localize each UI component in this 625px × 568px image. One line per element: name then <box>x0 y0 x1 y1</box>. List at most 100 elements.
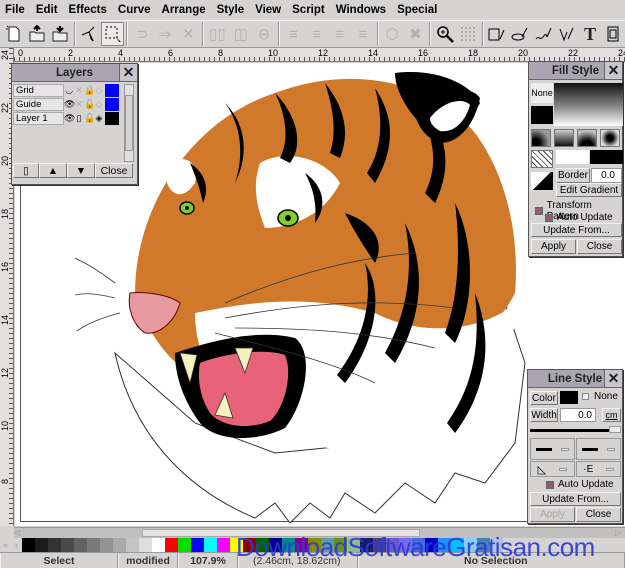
menu-file[interactable]: File <box>0 4 31 16</box>
dash-style-button-2[interactable] <box>576 438 621 460</box>
fill-solid-button[interactable] <box>531 106 553 124</box>
scroll-left-icon[interactable]: ◁ <box>14 528 24 538</box>
bezier-tool-icon[interactable] <box>555 22 578 46</box>
color-swatch[interactable] <box>87 538 100 552</box>
scroll-right-icon[interactable]: ▷ <box>615 528 625 538</box>
line-width-input[interactable]: 0.0 <box>560 408 596 422</box>
layer-name[interactable]: Guide Lines <box>13 98 64 121</box>
print-icon[interactable]: ✕ <box>74 84 84 97</box>
menu-effects[interactable]: Effects <box>64 4 113 16</box>
close-icon[interactable]: ✕ <box>604 62 622 79</box>
align-horizontal-icon[interactable]: ▯▯ <box>206 22 229 46</box>
color-swatch[interactable] <box>126 538 139 552</box>
color-swatch[interactable] <box>139 538 152 552</box>
palette-prev-icon[interactable]: ‹ <box>11 538 22 552</box>
line-unit-button[interactable]: cm <box>602 408 621 422</box>
color-swatch[interactable] <box>22 538 35 552</box>
layers-scrollbar[interactable] <box>124 84 134 162</box>
hidden-eye-icon[interactable]: ◡ <box>64 84 74 97</box>
text-align-left-icon[interactable]: ≡ <box>282 22 305 46</box>
layer-name[interactable]: Layer 1 <box>13 112 64 125</box>
layer-name[interactable]: Grid <box>13 84 64 97</box>
outline-icon[interactable]: ◈ <box>94 112 104 125</box>
palette-first-icon[interactable]: « <box>0 538 11 552</box>
layer-up-button[interactable]: ▲ <box>39 163 67 178</box>
dash-style-button[interactable] <box>530 438 575 460</box>
line-close-button[interactable]: Close <box>576 507 621 522</box>
align-vertical-icon[interactable]: ⊖ <box>252 22 275 46</box>
ungroup-icon[interactable]: ✖ <box>404 22 427 46</box>
color-swatch[interactable] <box>74 538 87 552</box>
menu-edit[interactable]: Edit <box>31 4 64 16</box>
grid-snap-icon[interactable] <box>456 22 479 46</box>
layers-close-button[interactable]: Close <box>95 163 133 178</box>
fill-update-from-button[interactable]: Update From... <box>531 223 622 237</box>
line-color-swatch[interactable] <box>560 391 578 404</box>
line-none-checkbox[interactable]: None <box>582 391 618 402</box>
menu-view[interactable]: View <box>250 4 287 16</box>
fill-auto-update-checkbox[interactable]: Auto Update <box>545 212 613 223</box>
rectangle-tool-icon[interactable] <box>486 22 509 46</box>
color-swatch[interactable] <box>191 538 204 552</box>
menu-windows[interactable]: Windows <box>331 4 392 16</box>
hatch-pattern-button[interactable] <box>531 150 553 168</box>
undo-icon[interactable]: ⊃ <box>130 22 153 46</box>
border-color-white[interactable] <box>556 150 589 164</box>
menu-script[interactable]: Script <box>287 4 331 16</box>
new-document-icon[interactable] <box>2 22 25 46</box>
lock-icon[interactable]: 🔒 <box>84 84 95 97</box>
fill-apply-button[interactable]: Apply <box>531 239 576 254</box>
fill-close-button[interactable]: Close <box>577 239 622 254</box>
delete-icon[interactable]: ✕ <box>177 22 200 46</box>
select-marquee-icon[interactable] <box>100 22 125 46</box>
layer-color-swatch[interactable] <box>105 84 119 97</box>
close-icon[interactable]: ✕ <box>119 64 137 81</box>
color-swatch[interactable] <box>48 538 61 552</box>
unlock-icon[interactable]: 🔓 <box>84 112 95 125</box>
color-swatch[interactable] <box>35 538 48 552</box>
frame-tool-icon[interactable] <box>602 22 625 46</box>
menu-curve[interactable]: Curve <box>113 4 157 16</box>
layer-down-button[interactable]: ▼ <box>67 163 95 178</box>
layer-row[interactable]: Grid ◡ ✕ 🔒 ◇ <box>13 84 124 97</box>
menu-arrange[interactable]: Arrange <box>157 4 212 16</box>
print-icon[interactable]: ▯ <box>74 112 84 125</box>
tile-pattern-button[interactable] <box>531 172 553 190</box>
eye-icon[interactable]: 👁 <box>64 112 75 125</box>
menu-special[interactable]: Special <box>392 4 443 16</box>
layer-color-swatch[interactable] <box>105 112 119 125</box>
save-folder-icon[interactable] <box>48 22 71 46</box>
edit-points-icon[interactable] <box>78 22 101 46</box>
color-swatch[interactable] <box>217 538 230 552</box>
text-align-right-icon[interactable]: ≡ <box>328 22 351 46</box>
line-width-slider[interactable] <box>530 426 621 434</box>
layer-row[interactable]: Guide Lines 👁 ✕ 🔓 ◇ <box>13 98 124 121</box>
border-value-input[interactable]: 0.0 <box>591 168 622 183</box>
color-swatch[interactable] <box>204 538 217 552</box>
menu-style[interactable]: Style <box>212 4 251 16</box>
line-cap-button[interactable]: ◺ <box>530 461 575 477</box>
outline-icon[interactable]: ◇ <box>94 84 104 97</box>
pattern-swatch[interactable] <box>554 129 574 147</box>
outline-icon[interactable]: ◇ <box>94 98 104 111</box>
pattern-swatch[interactable] <box>600 129 620 147</box>
fill-none-button[interactable]: None <box>531 83 553 103</box>
freehand-tool-icon[interactable] <box>532 22 555 46</box>
color-swatch[interactable] <box>165 538 178 552</box>
color-swatch[interactable] <box>113 538 126 552</box>
line-update-from-button[interactable]: Update From... <box>530 492 621 506</box>
close-icon[interactable]: ✕ <box>604 370 622 387</box>
text-align-justify-icon[interactable]: ≡ <box>351 22 374 46</box>
border-color-black[interactable] <box>590 150 623 164</box>
color-swatch[interactable] <box>61 538 74 552</box>
print-icon[interactable]: ✕ <box>74 98 84 111</box>
text-align-center-icon[interactable]: ≡ <box>305 22 328 46</box>
align-center-icon[interactable]: ◫ <box>229 22 252 46</box>
zoom-icon[interactable] <box>433 22 456 46</box>
pattern-swatch[interactable] <box>577 129 597 147</box>
pattern-swatch[interactable] <box>531 129 551 147</box>
ellipse-tool-icon[interactable] <box>509 22 532 46</box>
color-swatch[interactable] <box>178 538 191 552</box>
open-folder-icon[interactable] <box>25 22 48 46</box>
line-join-button[interactable]: ·Ε <box>576 461 621 477</box>
